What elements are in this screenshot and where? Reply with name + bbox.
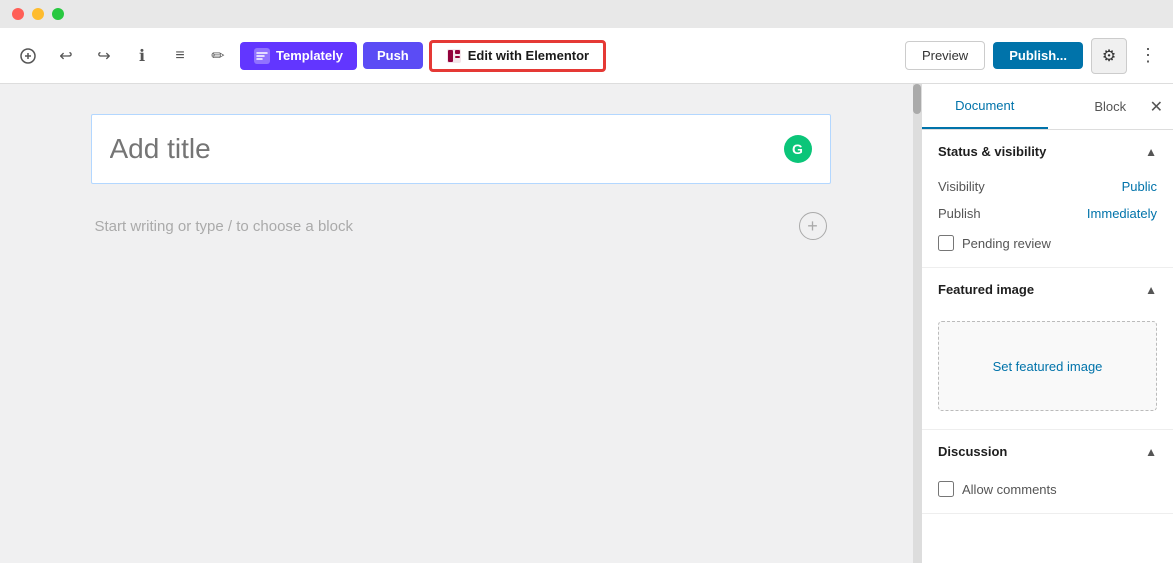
grammarly-icon: G [784,135,812,163]
redo-icon: ↪ [97,46,110,66]
scrollbar-thumb[interactable] [913,84,921,114]
sidebar-close-button[interactable]: ✕ [1150,97,1163,117]
chevron-up-icon-discussion: ▲ [1145,445,1157,459]
pending-review-row: Pending review [922,227,1173,259]
scrollbar[interactable] [913,84,921,563]
publish-label: Publish... [1009,48,1067,63]
section-status-visibility: Status & visibility ▲ Visibility Public … [922,130,1173,268]
more-options-button[interactable]: ⋮ [1135,41,1161,70]
toolbar: ↩ ↪ ℹ ≡ ✏ Templately Push Edit with Elem… [0,28,1173,84]
publish-value[interactable]: Immediately [1087,206,1157,221]
section-featured-image: Featured image ▲ Set featured image [922,268,1173,430]
templately-label: Templately [276,48,343,63]
preview-label: Preview [922,48,968,63]
publish-label-sidebar: Publish [938,206,981,221]
sidebar: Document Block ✕ Status & visibility ▲ V… [921,84,1173,563]
close-icon: ✕ [1150,99,1163,116]
info-button[interactable]: ℹ [126,40,158,72]
more-icon: ⋮ [1139,45,1157,65]
add-block-toolbar-button[interactable] [12,40,44,72]
visibility-label: Visibility [938,179,985,194]
edit-with-elementor-button[interactable]: Edit with Elementor [429,40,606,72]
settings-icon: ⚙ [1102,46,1116,66]
pending-review-label: Pending review [962,236,1051,251]
tools-button[interactable]: ✏ [202,40,234,72]
editor-area[interactable]: G Start writing or type / to choose a bl… [0,84,921,563]
templately-button[interactable]: Templately [240,42,357,70]
elementor-label: Edit with Elementor [468,48,589,63]
undo-icon: ↩ [59,46,72,66]
visibility-row: Visibility Public [922,173,1173,200]
allow-comments-row: Allow comments [922,473,1173,505]
tab-document[interactable]: Document [922,84,1048,129]
settings-button[interactable]: ⚙ [1091,38,1127,74]
push-button[interactable]: Push [363,42,423,69]
section-featured-image-header[interactable]: Featured image ▲ [922,268,1173,311]
visibility-value[interactable]: Public [1122,179,1157,194]
traffic-light-green[interactable] [52,8,64,20]
pending-review-checkbox[interactable] [938,235,954,251]
section-status-visibility-title: Status & visibility [938,144,1046,159]
info-icon: ℹ [139,46,145,66]
section-discussion: Discussion ▲ Allow comments [922,430,1173,514]
title-bar [0,0,1173,28]
featured-image-box[interactable]: Set featured image [938,321,1157,411]
add-block-inline-button[interactable]: + [799,212,827,240]
push-label: Push [377,48,409,63]
content-block: Start writing or type / to choose a bloc… [91,200,831,252]
publish-button[interactable]: Publish... [993,42,1083,69]
title-block[interactable]: G [91,114,831,184]
toolbar-right: Preview Publish... ⚙ ⋮ [905,38,1161,74]
toolbar-left: ↩ ↪ ℹ ≡ ✏ Templately Push Edit with Elem… [12,40,897,72]
chevron-up-icon-featured: ▲ [1145,283,1157,297]
undo-button[interactable]: ↩ [50,40,82,72]
section-discussion-title: Discussion [938,444,1007,459]
allow-comments-checkbox[interactable] [938,481,954,497]
title-input[interactable] [110,133,784,165]
section-featured-image-content: Set featured image [922,321,1173,429]
content-placeholder-text: Start writing or type / to choose a bloc… [95,218,353,235]
chevron-up-icon: ▲ [1145,145,1157,159]
allow-comments-label: Allow comments [962,482,1057,497]
pen-icon: ✏ [211,46,224,66]
section-discussion-content: Allow comments [922,473,1173,513]
list-icon: ≡ [175,47,184,65]
main-layout: G Start writing or type / to choose a bl… [0,84,1173,563]
section-status-visibility-header[interactable]: Status & visibility ▲ [922,130,1173,173]
editor-content: G Start writing or type / to choose a bl… [31,84,891,282]
preview-button[interactable]: Preview [905,41,985,70]
redo-button[interactable]: ↪ [88,40,120,72]
publish-row: Publish Immediately [922,200,1173,227]
sidebar-tabs: Document Block ✕ [922,84,1173,130]
section-discussion-header[interactable]: Discussion ▲ [922,430,1173,473]
set-featured-image-link[interactable]: Set featured image [993,359,1103,374]
section-featured-image-title: Featured image [938,282,1034,297]
traffic-light-yellow[interactable] [32,8,44,20]
traffic-light-red[interactable] [12,8,24,20]
list-view-button[interactable]: ≡ [164,40,196,72]
section-status-visibility-content: Visibility Public Publish Immediately Pe… [922,173,1173,267]
